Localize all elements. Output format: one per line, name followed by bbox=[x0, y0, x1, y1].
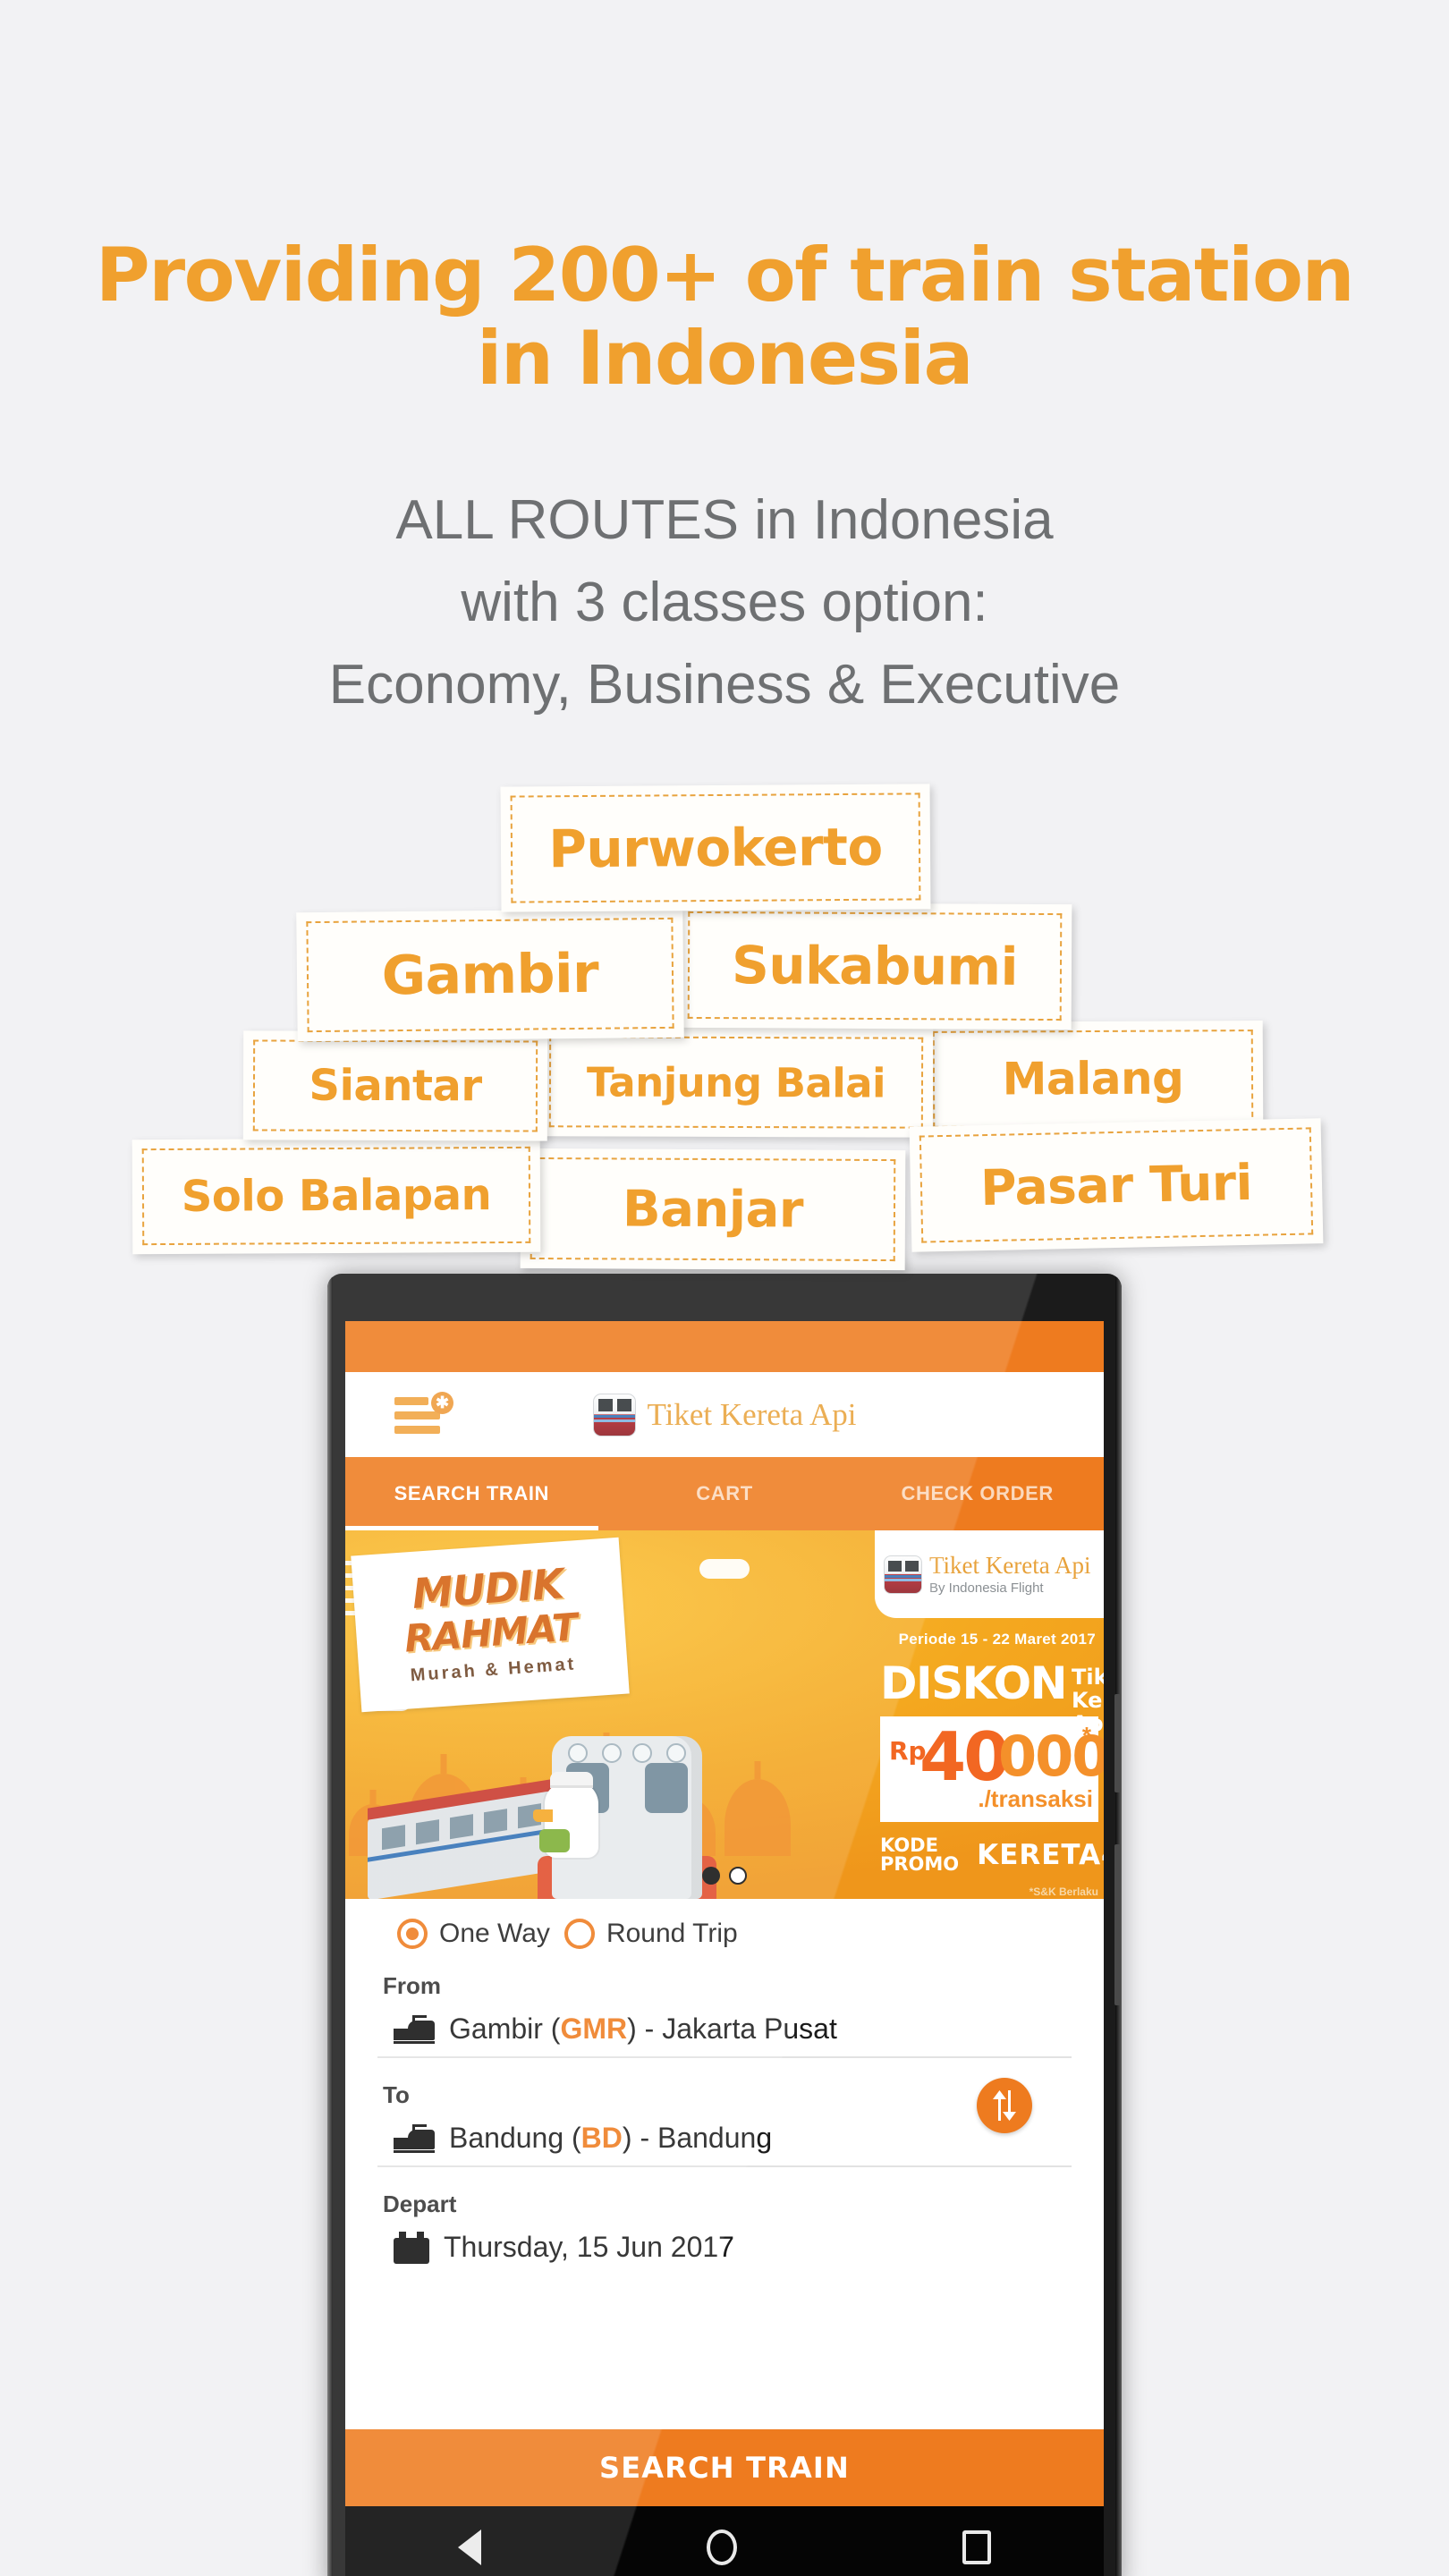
to-station-value: Bandung (BD) - Bandung bbox=[449, 2122, 772, 2155]
promo-period: Periode 15 - 22 Maret 2017 bbox=[898, 1631, 1096, 1648]
station-tag-malang: Malang bbox=[922, 1021, 1264, 1137]
calendar-icon bbox=[394, 2231, 429, 2264]
app-bar-center: Tiket Kereta Api bbox=[345, 1393, 1104, 1436]
radio-one-way-label: One Way bbox=[439, 1919, 550, 1948]
radio-round-trip-indicator bbox=[564, 1919, 595, 1949]
from-station-value: Gambir (GMR) - Jakarta Pusat bbox=[449, 2012, 837, 2046]
promo-terms: *S&K Berlaku bbox=[1029, 1885, 1098, 1898]
promo-code-label-2: PROMO bbox=[880, 1853, 960, 1875]
depart-date-field[interactable]: Thursday, 15 Jun 2017 bbox=[377, 2218, 1072, 2275]
promo-brand-header: Tiket Kereta Api By Indonesia Flight bbox=[875, 1530, 1104, 1618]
promo-title-card: MUDIK RAHMAT Murah & Hemat bbox=[351, 1537, 630, 1713]
promo-discount-sub-1: Tiket bbox=[1071, 1665, 1104, 1690]
phone-screen: ✱ Tiket Kereta Api SEARCH TRAIN CART CHE… bbox=[345, 1321, 1104, 2576]
train-app-icon bbox=[884, 1555, 922, 1594]
to-station-field[interactable]: Bandung (BD) - Bandung bbox=[377, 2109, 1072, 2167]
from-station-name: Gambir ( bbox=[449, 2012, 561, 2045]
promo-per-unit: ./transaksi bbox=[978, 1785, 1093, 1812]
search-train-button[interactable]: SEARCH TRAIN bbox=[345, 2429, 1104, 2506]
promo-brand-title: Tiket Kereta Api bbox=[929, 1551, 1091, 1579]
to-label: To bbox=[383, 2081, 410, 2108]
promo-code-value: KERETA40 bbox=[977, 1839, 1104, 1871]
search-form: One Way Round Trip From Gambir (GMR) - J… bbox=[345, 1899, 1104, 2275]
search-train-button-label: SEARCH TRAIN bbox=[598, 2451, 851, 2485]
tab-check-order[interactable]: CHECK ORDER bbox=[851, 1482, 1104, 1505]
radio-one-way[interactable]: One Way bbox=[397, 1919, 550, 1949]
to-station-name: Bandung ( bbox=[449, 2122, 581, 2154]
radio-one-way-indicator bbox=[397, 1919, 428, 1949]
promo-asterisk: * bbox=[1081, 1722, 1091, 1749]
phone-power-button[interactable] bbox=[1114, 1844, 1121, 2005]
to-station-code: BD bbox=[580, 2122, 623, 2154]
train-app-icon bbox=[592, 1393, 636, 1436]
train-icon bbox=[394, 2123, 435, 2153]
from-station-rest: ) - Jakarta Pusat bbox=[627, 2012, 837, 2045]
promo-info-panel: Tiket Kereta Api By Indonesia Flight Per… bbox=[875, 1530, 1104, 1899]
back-icon[interactable] bbox=[458, 2529, 481, 2565]
swap-vertical-icon bbox=[993, 2090, 1016, 2121]
station-tag-banjar: Banjar bbox=[520, 1148, 906, 1271]
promo-price-box: Rp 40 000 * ./transaksi bbox=[880, 1716, 1104, 1822]
train-icon bbox=[394, 2014, 435, 2044]
tab-cart[interactable]: CART bbox=[598, 1482, 852, 1505]
home-icon[interactable] bbox=[707, 2529, 737, 2565]
promo-banner-carousel[interactable]: MUDIK RAHMAT Murah & Hemat Tiket Kereta … bbox=[345, 1530, 1104, 1899]
station-tag-siantar: Siantar bbox=[242, 1030, 548, 1141]
train-illustration bbox=[368, 1706, 752, 1899]
promo-code-label-1: KODE bbox=[880, 1834, 938, 1856]
from-station-field[interactable]: Gambir (GMR) - Jakarta Pusat bbox=[377, 2000, 1072, 2058]
depart-label: Depart bbox=[383, 2190, 457, 2217]
status-bar bbox=[345, 1321, 1104, 1372]
promo-brand-subtitle: By Indonesia Flight bbox=[929, 1580, 1044, 1596]
promo-page: Providing 200+ of train station in Indon… bbox=[0, 0, 1449, 2576]
promo-discount-word: DISKON bbox=[880, 1657, 1067, 1709]
recents-icon[interactable] bbox=[962, 2530, 991, 2564]
from-station-code: GMR bbox=[560, 2012, 628, 2045]
from-label: From bbox=[383, 1972, 441, 1999]
carousel-dots[interactable] bbox=[702, 1867, 747, 1885]
promo-amount-main: 40 bbox=[919, 1717, 1010, 1796]
tab-search-train[interactable]: SEARCH TRAIN bbox=[345, 1482, 598, 1505]
station-tag-tanjung-balai: Tanjung Balai bbox=[538, 1027, 934, 1138]
cloud-decoration bbox=[699, 1559, 750, 1579]
promo-code-row: KODE PROMO KERETA40 bbox=[880, 1829, 1104, 1881]
station-tag-cloud: Purwokerto Gambir Sukabumi Siantar Tanju… bbox=[0, 0, 1449, 1324]
app-bar: ✱ Tiket Kereta Api bbox=[345, 1372, 1104, 1457]
station-tag-pasar-turi: Pasar Turi bbox=[909, 1118, 1324, 1252]
tab-bar: SEARCH TRAIN CART CHECK ORDER bbox=[345, 1457, 1104, 1530]
android-navigation-bar bbox=[345, 2506, 1104, 2576]
station-tag-solo-balapan: Solo Balapan bbox=[131, 1137, 541, 1255]
station-tag-purwokerto: Purwokerto bbox=[500, 784, 931, 912]
hamburger-menu-icon[interactable]: ✱ bbox=[394, 1392, 453, 1436]
swap-stations-button[interactable] bbox=[977, 2078, 1032, 2133]
radio-round-trip-label: Round Trip bbox=[606, 1919, 738, 1948]
carousel-dot-active[interactable] bbox=[702, 1867, 720, 1885]
radio-round-trip[interactable]: Round Trip bbox=[564, 1919, 738, 1949]
app-title: Tiket Kereta Api bbox=[647, 1396, 857, 1432]
carousel-dot[interactable] bbox=[729, 1867, 747, 1885]
depart-date-value: Thursday, 15 Jun 2017 bbox=[444, 2231, 734, 2263]
trip-type-group: One Way Round Trip bbox=[377, 1919, 1072, 1949]
to-station-rest: ) - Bandung bbox=[622, 2122, 773, 2154]
phone-volume-button[interactable] bbox=[1114, 1694, 1121, 1792]
phone-mockup: ✱ Tiket Kereta Api SEARCH TRAIN CART CHE… bbox=[327, 1274, 1122, 2576]
mascot-character bbox=[533, 1772, 598, 1858]
station-tag-sukabumi: Sukabumi bbox=[677, 902, 1072, 1030]
phone-left-edge bbox=[327, 1274, 333, 2576]
menu-badge-icon: ✱ bbox=[431, 1392, 453, 1414]
station-tag-gambir: Gambir bbox=[296, 908, 684, 1042]
